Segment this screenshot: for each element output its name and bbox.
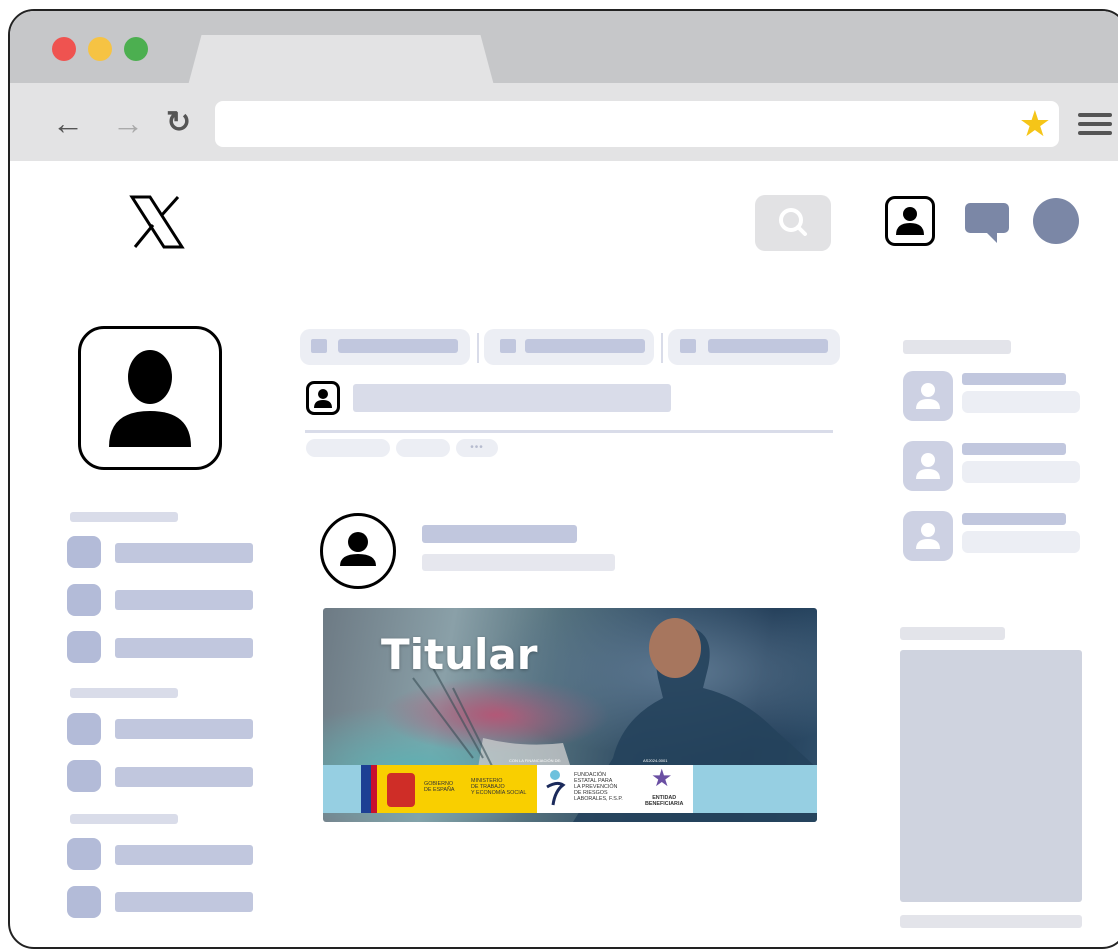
avatar[interactable]: [1033, 198, 1079, 244]
post-image-title: Titular: [381, 630, 538, 679]
profile-icon[interactable]: [885, 196, 935, 246]
post-avatar[interactable]: [320, 513, 396, 589]
gobierno-text: GOBIERNO DE ESPAÑA: [424, 781, 455, 793]
post-image[interactable]: Titular CON LA FINANCIACIÓN DE: AS2024-0…: [323, 608, 817, 822]
post-meta-placeholder: [422, 554, 615, 571]
entidad-text: ENTIDAD BENEFICIARIA: [645, 795, 684, 807]
suggested-user-name[interactable]: [962, 513, 1066, 525]
eu-flag-icon: [361, 765, 371, 813]
search-button[interactable]: [755, 195, 831, 251]
post-author-placeholder[interactable]: [422, 525, 577, 543]
trending-panel-placeholder[interactable]: [900, 650, 1082, 902]
banner-caption-left: CON LA FINANCIACIÓN DE:: [509, 758, 562, 763]
star-icon: ★: [651, 765, 673, 792]
sidebar-heading-placeholder: [70, 688, 178, 698]
sidebar-item-icon[interactable]: [67, 584, 101, 616]
star-icon[interactable]: ★: [1019, 103, 1051, 145]
tab-placeholder[interactable]: [484, 329, 654, 365]
right-heading-placeholder: [903, 340, 1011, 354]
suggested-user-avatar[interactable]: [903, 371, 953, 421]
address-bar[interactable]: ★: [215, 101, 1059, 147]
sidebar-item-label[interactable]: [115, 892, 253, 912]
messages-icon[interactable]: [963, 201, 1011, 245]
more-options-icon[interactable]: •••: [456, 439, 498, 457]
search-icon: [779, 208, 807, 236]
sidebar-item-label[interactable]: [115, 845, 253, 865]
maximize-window-button[interactable]: [124, 37, 148, 61]
minimize-window-button[interactable]: [88, 37, 112, 61]
sidebar-item-label[interactable]: [115, 543, 253, 563]
tab-placeholder[interactable]: [300, 329, 470, 365]
tab-icon: [311, 339, 327, 353]
chip-placeholder[interactable]: [396, 439, 450, 457]
chip-placeholder[interactable]: [306, 439, 390, 457]
arrow-right-icon[interactable]: →: [112, 103, 144, 143]
tab-label: [708, 339, 828, 353]
sidebar-item-icon[interactable]: [67, 713, 101, 745]
sidebar-item-label[interactable]: [115, 638, 253, 658]
user-icon: [306, 381, 340, 415]
sidebar-item-icon[interactable]: [67, 886, 101, 918]
arrow-left-icon[interactable]: ←: [52, 103, 84, 143]
header-title-placeholder: [353, 384, 671, 412]
sidebar-item-label[interactable]: [115, 767, 253, 787]
spain-flag-icon: [371, 765, 377, 813]
right-heading-placeholder: [900, 627, 1005, 640]
suggested-user-avatar[interactable]: [903, 441, 953, 491]
sidebar-item-icon[interactable]: [67, 760, 101, 792]
tab-label: [525, 339, 645, 353]
sidebar-item-label[interactable]: [115, 719, 253, 739]
suggested-user-name[interactable]: [962, 373, 1066, 385]
suggested-user-meta: [962, 391, 1080, 413]
tab-icon: [680, 339, 696, 353]
divider: [305, 430, 833, 433]
browser-titlebar: ← → ↻ ★: [10, 11, 1118, 161]
browser-window: ← → ↻ ★ ••• Titular CON LA FINANCIACIÓN …: [8, 9, 1118, 949]
sidebar-heading-placeholder: [70, 512, 178, 522]
suggested-user-name[interactable]: [962, 443, 1066, 455]
ministerio-text: MINISTERIO DE TRABAJO Y ECONOMÍA SOCIAL: [471, 778, 527, 796]
sidebar-item-icon[interactable]: [67, 838, 101, 870]
fundacion-logo-icon: [543, 769, 567, 809]
hamburger-menu-icon[interactable]: [1078, 113, 1112, 140]
reload-icon[interactable]: ↻: [166, 103, 191, 143]
suggested-user-meta: [962, 531, 1080, 553]
sidebar-heading-placeholder: [70, 814, 178, 824]
suggested-user-avatar[interactable]: [903, 511, 953, 561]
sidebar-item-icon[interactable]: [67, 536, 101, 568]
sidebar-item-icon[interactable]: [67, 631, 101, 663]
x-logo[interactable]: [128, 193, 186, 251]
tab-icon: [500, 339, 516, 353]
tab-label: [338, 339, 458, 353]
divider: [477, 333, 479, 363]
browser-toolbar: ← → ↻ ★: [10, 83, 1118, 161]
close-window-button[interactable]: [52, 37, 76, 61]
suggested-user-meta: [962, 461, 1080, 483]
banner-caption-right: AS2024-0001: [643, 758, 668, 763]
profile-picture[interactable]: [78, 326, 222, 470]
funding-banner: CON LA FINANCIACIÓN DE: AS2024-0001 GOBI…: [323, 758, 817, 813]
footer-placeholder: [900, 915, 1082, 928]
divider: [661, 333, 663, 363]
tab-placeholder[interactable]: [668, 329, 840, 365]
fundacion-text: FUNDACIÓN ESTATAL PARA LA PREVENCIÓN DE …: [574, 772, 623, 802]
coat-of-arms-icon: [387, 773, 415, 807]
sidebar-item-label[interactable]: [115, 590, 253, 610]
